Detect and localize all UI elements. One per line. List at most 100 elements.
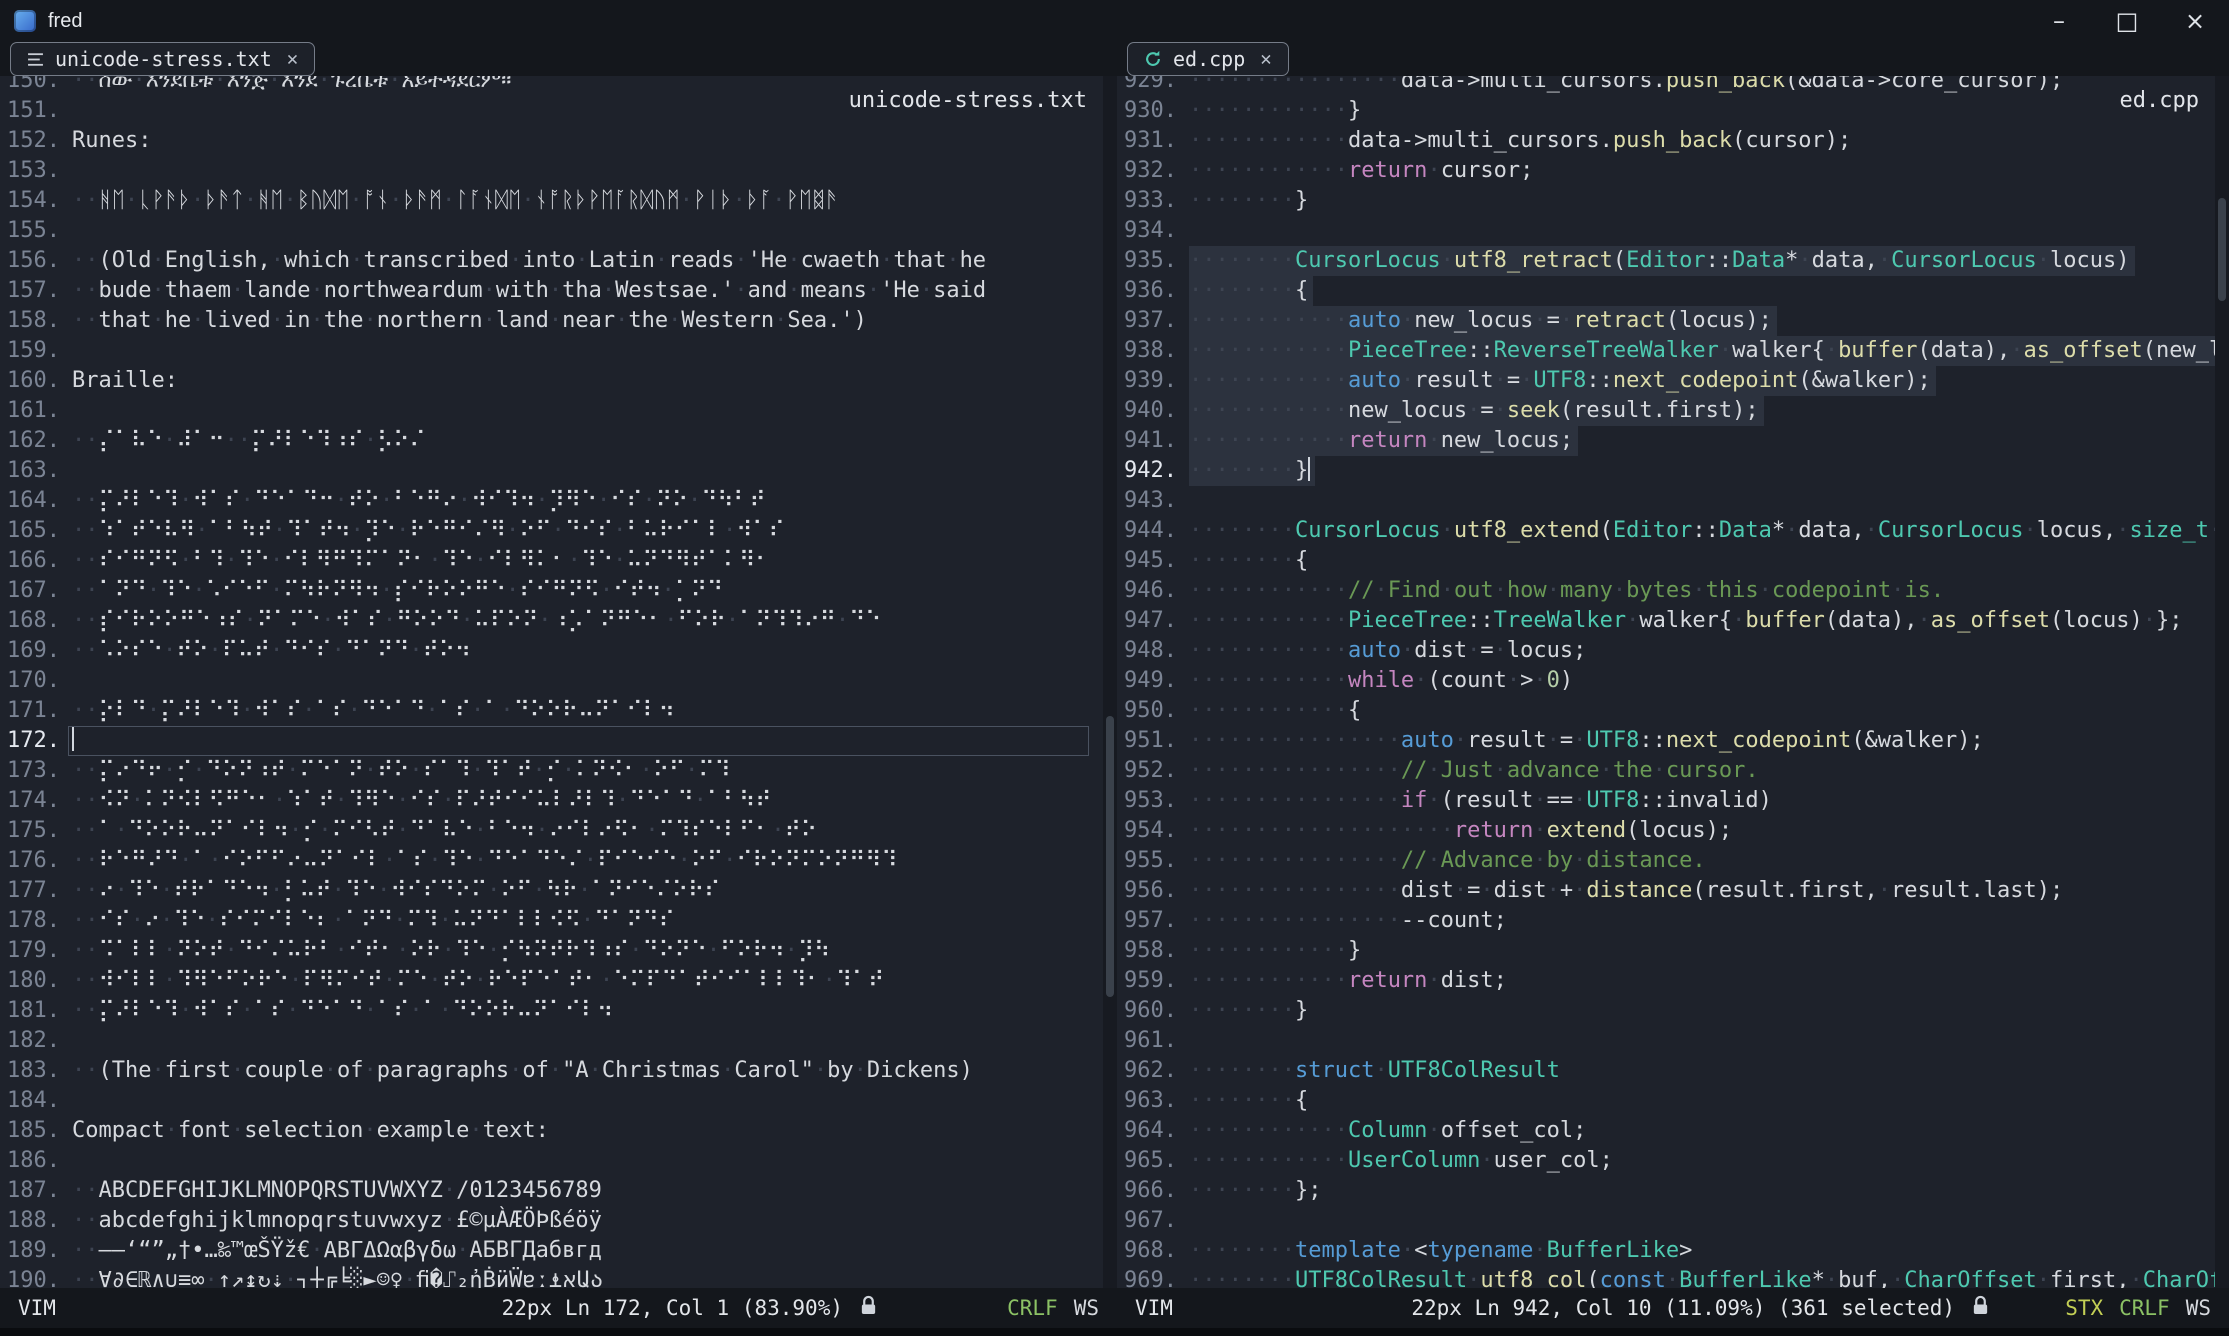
code-line[interactable]: 958.············} bbox=[1117, 936, 2215, 966]
code-line[interactable]: 164.··⡍⠜⠇⠑⠹·⠺⠁⠎·⠙⠑⠁⠙⠒·⠞⠕·⠃⠑⠛⠔·⠺⠊⠹⠲·⡹⠻⠑·⠊… bbox=[0, 486, 1103, 516]
code-line[interactable]: 948.············auto·dist·=·locus; bbox=[1117, 636, 2215, 666]
code-line[interactable]: 153. bbox=[0, 156, 1103, 186]
code-line[interactable]: 157.··bude·thaem·lande·northweardum·with… bbox=[0, 276, 1103, 306]
code-line[interactable]: 156.··(Old·English,·which·transcribed·in… bbox=[0, 246, 1103, 276]
editor-right[interactable]: 929.················data->multi_cursors.… bbox=[1117, 76, 2229, 1288]
code-line[interactable]: 183.··(The·first·couple·of·paragraphs·of… bbox=[0, 1056, 1103, 1086]
code-line[interactable]: 967. bbox=[1117, 1206, 2215, 1236]
maximize-button[interactable]: □ bbox=[2093, 0, 2161, 42]
code-line[interactable]: 932.············return·cursor; bbox=[1117, 156, 2215, 186]
code-line[interactable]: 165.··⠱⠁⠞⠑⠧⠻·⠁⠃⠳⠞·⠹⠁⠞⠲·⡹⠑·⠗⠑⠛⠊⠌⠻·⠕⠋·⠙⠊⠎·… bbox=[0, 516, 1103, 546]
code-line[interactable]: 172. bbox=[0, 726, 1103, 756]
code-line[interactable]: 955.················//·Advance·by·distan… bbox=[1117, 846, 2215, 876]
code-line[interactable]: 959.············return·dist; bbox=[1117, 966, 2215, 996]
code-line[interactable]: 956.················dist·=·dist·+·distan… bbox=[1117, 876, 2215, 906]
code-line[interactable]: 935.········CursorLocus·utf8_retract(Edi… bbox=[1117, 246, 2215, 276]
code-line[interactable]: 931.············data->multi_cursors.push… bbox=[1117, 126, 2215, 156]
code-line[interactable]: 166.··⠎⠊⠛⠝⠫·⠃⠹·⠹⠑·⠊⠇⠻⠛⠹⠍⠁⠝⠂·⠹⠑·⠊⠇⠻⠅⠂·⠹⠑·… bbox=[0, 546, 1103, 576]
code-line[interactable]: 169.··⠡⠕⠎⠑·⠞⠕·⠏⠥⠞·⠙⠊⠎·⠙⠁⠝⠙·⠞⠕⠲ bbox=[0, 636, 1103, 666]
code-line[interactable]: 158.··that·he·lived·in·the·northern·land… bbox=[0, 306, 1103, 336]
code-line[interactable]: 152.Runes: bbox=[0, 126, 1103, 156]
code-line[interactable]: 161. bbox=[0, 396, 1103, 426]
code-line[interactable]: 954.····················return·extend(lo… bbox=[1117, 816, 2215, 846]
code-line[interactable]: 163. bbox=[0, 456, 1103, 486]
scrollbar-thumb[interactable] bbox=[1106, 716, 1114, 997]
code-line[interactable]: 930.············} bbox=[1117, 96, 2215, 126]
code-line[interactable]: 951.················auto·result·=·UTF8::… bbox=[1117, 726, 2215, 756]
minimize-button[interactable]: – bbox=[2025, 0, 2093, 42]
code-line[interactable]: 174.··⠪⠝·⠅⠝⠪⠇⠫⠛⠑⠂·⠱⠁⠞·⠹⠻⠑·⠊⠎·⠏⠜⠞⠊⠊⠥⠇⠜⠇⠹·… bbox=[0, 786, 1103, 816]
code-line[interactable]: 933.········} bbox=[1117, 186, 2215, 216]
code-line[interactable]: 177.··⠔·⠹⠑·⠞⠗⠁⠙⠑⠲·⡃⠥⠞·⠹⠑·⠺⠊⠎⠙⠕⠍·⠕⠋·⠳⠗·⠁⠝… bbox=[0, 876, 1103, 906]
code-line[interactable]: 952.················//·Just·advance·the·… bbox=[1117, 756, 2215, 786]
code-line[interactable]: 969.········UTF8ColResult·utf8_col(const… bbox=[1117, 1266, 2215, 1288]
code-line[interactable]: 188.··abcdefghijklmnopqrstuvwxyz·£©µÀÆÖÞ… bbox=[0, 1206, 1103, 1236]
code-line[interactable]: 965.············UserColumn·user_col; bbox=[1117, 1146, 2215, 1176]
code-line[interactable]: 963.········{ bbox=[1117, 1086, 2215, 1116]
tab-unicode-stress[interactable]: unicode-stress.txt ✕ bbox=[10, 42, 315, 76]
scrollbar-left[interactable] bbox=[1103, 76, 1117, 1288]
code-line[interactable]: 953.················if·(result·==·UTF8::… bbox=[1117, 786, 2215, 816]
line-text: ············auto·new_locus·=·retract(loc… bbox=[1189, 306, 1777, 336]
code-line[interactable]: 170. bbox=[0, 666, 1103, 696]
scrollbar-thumb[interactable] bbox=[2218, 198, 2226, 301]
tab-ed-cpp[interactable]: ed.cpp ✕ bbox=[1127, 42, 1289, 76]
code-line[interactable]: 960.········} bbox=[1117, 996, 2215, 1026]
code-line[interactable]: 964.············Column·offset_col; bbox=[1117, 1116, 2215, 1146]
refresh-icon bbox=[1144, 50, 1162, 68]
code-line[interactable]: 937.············auto·new_locus·=·retract… bbox=[1117, 306, 2215, 336]
code-line[interactable]: 187.··ABCDEFGHIJKLMNOPQRSTUVWXYZ·/012345… bbox=[0, 1176, 1103, 1206]
line-number: 171. bbox=[0, 696, 60, 726]
code-line[interactable]: 162.··⡌⠁⠧⠑·⠼⠁⠒··⡍⠜⠇⠑⠹⠰⠎·⡣⠕⠌ bbox=[0, 426, 1103, 456]
code-line[interactable]: 961. bbox=[1117, 1026, 2215, 1056]
code-line[interactable]: 185.Compact·font·selection·example·text: bbox=[0, 1116, 1103, 1146]
line-text: ············auto·result·=·UTF8::next_cod… bbox=[1189, 366, 1936, 396]
close-button[interactable]: × bbox=[2161, 0, 2229, 42]
code-line[interactable]: 180.··⠺⠊⠇⠇·⠹⠻⠑⠋⠕⠗⠑·⠏⠻⠍⠊⠞·⠍⠑·⠞⠕·⠗⠑⠏⠑⠁⠞⠂·⠑… bbox=[0, 966, 1103, 996]
code-line[interactable]: 182. bbox=[0, 1026, 1103, 1056]
code-line[interactable]: 184. bbox=[0, 1086, 1103, 1116]
code-line[interactable]: 190.··∀∂∈ℝ∧∪≡∞·↑↗↨↻⇣·┐┼╔╘░►☺♀·ﬁ�⑀₂ἠḂӥẄɐː… bbox=[0, 1266, 1103, 1288]
code-line[interactable]: 159. bbox=[0, 336, 1103, 366]
tab-close-icon[interactable]: ✕ bbox=[287, 48, 298, 70]
code-line[interactable]: 181.··⡍⠜⠇⠑⠹·⠺⠁⠎·⠁⠎·⠙⠑⠁⠙·⠁⠎·⠁·⠙⠕⠕⠗⠤⠝⠁⠊⠇⠲ bbox=[0, 996, 1103, 1026]
line-number: 964. bbox=[1117, 1116, 1177, 1146]
code-line[interactable]: 941.············return·new_locus; bbox=[1117, 426, 2215, 456]
code-line[interactable]: 936.········{ bbox=[1117, 276, 2215, 306]
code-line[interactable]: 168.··⡎⠊⠗⠕⠕⠛⠑⠰⠎·⠝⠁⠍⠑·⠺⠁⠎·⠛⠕⠕⠙·⠥⠏⠕⠝·⠰⡡⠁⠝⠛… bbox=[0, 606, 1103, 636]
editor-left[interactable]: 150.··ሰው·እንደቤቱ·እንጅ·እንደ·ጉረቤቱ·አይተዳደርም።151.… bbox=[0, 76, 1117, 1288]
code-line[interactable]: 939.············auto·result·=·UTF8::next… bbox=[1117, 366, 2215, 396]
code-line[interactable]: 178.··⠊⠎·⠔·⠹⠑·⠎⠊⠍⠊⠇⠑⠆·⠁⠝⠙·⠍⠹·⠥⠝⠙⠁⠇⠇⠪⠫·⠙⠁… bbox=[0, 906, 1103, 936]
line-text: ········CursorLocus·utf8_retract(Editor:… bbox=[1189, 246, 2135, 276]
code-line[interactable]: 943. bbox=[1117, 486, 2215, 516]
code-line[interactable]: 189.··–—‘“”„†•…‰™œŠŸž€·ΑΒΓΔΩαβγδω·АБВГДа… bbox=[0, 1236, 1103, 1266]
line-number: 954. bbox=[1117, 816, 1177, 846]
code-line[interactable]: 944.········CursorLocus·utf8_extend(Edit… bbox=[1117, 516, 2215, 546]
code-line[interactable]: 945.········{ bbox=[1117, 546, 2215, 576]
scrollbar-right[interactable] bbox=[2215, 76, 2229, 1288]
code-line[interactable]: 186. bbox=[0, 1146, 1103, 1176]
code-line[interactable]: 176.··⠗⠑⠛⠜⠙·⠁·⠊⠕⠋⠋⠔⠤⠝⠁⠊⠇·⠁⠎·⠹⠑·⠙⠑⠁⠙⠑⠌·⠏⠊… bbox=[0, 846, 1103, 876]
code-line[interactable]: 947.············PieceTree::TreeWalker·wa… bbox=[1117, 606, 2215, 636]
code-line[interactable]: 950.············{ bbox=[1117, 696, 2215, 726]
code-line[interactable]: 934. bbox=[1117, 216, 2215, 246]
code-line[interactable]: 155. bbox=[0, 216, 1103, 246]
code-line[interactable]: 942.········} bbox=[1117, 456, 2215, 486]
code-line[interactable]: 940.············new_locus·=·seek(result.… bbox=[1117, 396, 2215, 426]
code-line[interactable]: 179.··⠩⠁⠇⠇·⠝⠕⠞·⠙⠊⠌⠥⠗⠃·⠊⠞⠂·⠕⠗·⠹⠑·⡊⠳⠝⠞⠗⠹⠰⠎… bbox=[0, 936, 1103, 966]
code-line[interactable]: 160.Braille: bbox=[0, 366, 1103, 396]
code-line[interactable]: 171.··⡕⠇⠙·⡍⠜⠇⠑⠹·⠺⠁⠎·⠁⠎·⠙⠑⠁⠙·⠁⠎·⠁·⠙⠕⠕⠗⠤⠝⠁… bbox=[0, 696, 1103, 726]
code-line[interactable]: 167.··⠁⠝⠙·⠹⠑·⠡⠊⠑⠋·⠍⠳⠗⠝⠻⠲·⡎⠊⠗⠕⠕⠛⠑·⠎⠊⠛⠝⠫·⠊… bbox=[0, 576, 1103, 606]
code-line[interactable]: 154.··ᚻᛖ·ᚳᚹᚫᚦ·ᚦᚫᛏ·ᚻᛖ·ᛒᚢᛞᛖ·ᚩᚾ·ᚦᚫᛗ·ᛚᚪᚾᛞᛖ·ᚾ… bbox=[0, 186, 1103, 216]
code-line[interactable]: 968.········template·<typename·BufferLik… bbox=[1117, 1236, 2215, 1266]
code-line[interactable]: 949.············while·(count·>·0) bbox=[1117, 666, 2215, 696]
code-line[interactable]: 962.········struct·UTF8ColResult bbox=[1117, 1056, 2215, 1086]
code-line[interactable]: 929.················data->multi_cursors.… bbox=[1117, 76, 2215, 96]
tab-close-icon[interactable]: ✕ bbox=[1260, 48, 1271, 70]
code-line[interactable]: 938.············PieceTree::ReverseTreeWa… bbox=[1117, 336, 2215, 366]
code-line[interactable]: 175.··⠁·⠙⠕⠕⠗⠤⠝⠁⠊⠇⠲·⡊·⠍⠊⠣⠞·⠙⠁⠧⠑·⠃⠑⠲·⠔⠊⠇⠔⠫… bbox=[0, 816, 1103, 846]
code-line[interactable]: 957.················--count; bbox=[1117, 906, 2215, 936]
code-line[interactable]: 966.········}; bbox=[1117, 1176, 2215, 1206]
code-line[interactable]: 946.············//·Find·out·how·many·byt… bbox=[1117, 576, 2215, 606]
code-line[interactable]: 173.··⡍⠔⠙⠖·⡊·⠙⠕⠝⠰⠞·⠍⠑⠁⠝·⠞⠕·⠎⠁⠹·⠹⠁⠞·⡊·⠅⠝⠪… bbox=[0, 756, 1103, 786]
